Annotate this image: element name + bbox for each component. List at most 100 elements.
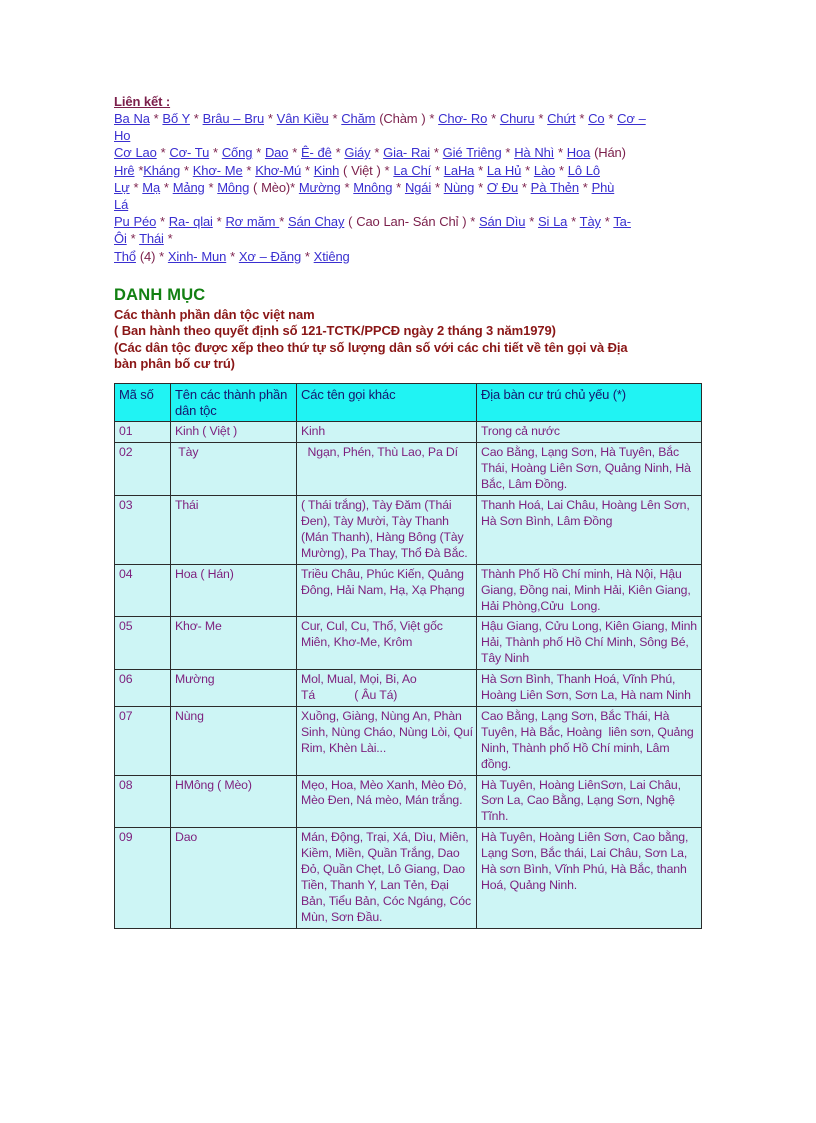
links-separator-text: ( Việt ) *	[339, 162, 394, 178]
ethnic-group-link[interactable]: Phù	[592, 180, 615, 195]
ethnic-group-link[interactable]: Gia- Rai	[383, 145, 430, 160]
table-row: 01 Kinh ( Việt ) Kinh Trong cả nước	[114, 421, 702, 444]
cell-region: Cao Bằng, Lạng Sơn, Hà Tuyên, Bắc Thái, …	[476, 442, 702, 497]
links-line: Ôi * Thái *	[114, 230, 704, 247]
cell-code: 03	[114, 495, 171, 565]
ethnic-group-link[interactable]: Mảng	[173, 180, 205, 195]
links-separator-text: *	[134, 162, 144, 178]
cell-other-names: ( Thái trắng), Tày Đăm (Thái Đen), Tày M…	[296, 495, 477, 565]
table-row: 06 Mường Mol, Mual, Mọi, Bi, Ao Tá ( Âu Tá…	[114, 669, 702, 707]
cell-region: Hà Tuyên, Hoàng LiênSơn, Lai Châu, Sơn L…	[476, 774, 702, 829]
ethnic-group-link[interactable]: La Hủ	[487, 163, 521, 178]
cell-name: Dao	[170, 827, 297, 929]
column-header-region: Địa bàn cư trú chủ yếu (*)	[476, 383, 702, 423]
ethnic-group-link[interactable]: Xinh- Mun	[168, 249, 226, 264]
ethnic-group-link[interactable]: Hrê	[114, 163, 135, 178]
links-separator-text: *	[331, 145, 345, 161]
ethnic-group-link[interactable]: Pà Thẻn	[531, 180, 579, 195]
ethnic-group-link[interactable]: Chơ- Ro	[438, 111, 487, 126]
table-row: 09 Dao Mán, Động, Trại, Xá, Dìu, Miên, Kiề…	[114, 827, 702, 929]
subtitle-line-4: bàn phân bố cư trú)	[114, 356, 235, 372]
ethnic-group-link[interactable]: Ta-	[613, 214, 631, 229]
ethnic-group-link[interactable]: Sán Chay	[288, 214, 344, 229]
cell-name: Nùng	[170, 705, 297, 776]
ethnic-group-link[interactable]: Xơ – Đăng	[239, 249, 301, 264]
ethnic-group-link[interactable]: Lô Lô	[568, 163, 600, 178]
ethnic-group-link[interactable]: Ba Na	[114, 111, 150, 126]
ethnic-group-link[interactable]: Co	[588, 111, 604, 126]
ethnic-group-link[interactable]: Lự	[114, 180, 130, 195]
cell-code: 05	[114, 616, 171, 671]
ethnic-groups-table: Mã số Tên các thành phần dân tộc Các tên…	[114, 383, 702, 929]
ethnic-group-link[interactable]: Brâu – Bru	[203, 111, 265, 126]
ethnic-group-link[interactable]: Ơ Đu	[487, 180, 518, 195]
ethnic-group-link[interactable]: Lá	[114, 197, 128, 212]
cell-other-names: Mán, Động, Trại, Xá, Dìu, Miên, Kiềm, Mi…	[296, 827, 477, 929]
ethnic-group-link[interactable]: Mông	[217, 180, 249, 195]
ethnic-group-link[interactable]: Nùng	[444, 180, 475, 195]
ethnic-group-link[interactable]: Ê- đê	[301, 145, 332, 160]
links-separator-text: ( Cao Lan- Sán Chỉ ) *	[344, 214, 480, 230]
links-separator-text: *	[180, 162, 193, 178]
links-separator-text: *	[340, 179, 354, 195]
links-line: Cơ Lao * Cơ- Tu * Cống * Dao * Ê- đê * G…	[114, 144, 704, 161]
ethnic-group-link[interactable]: Giáy	[344, 145, 370, 160]
ethnic-group-link[interactable]: Cống	[222, 145, 253, 160]
ethnic-group-link[interactable]: Khơ-Mú	[255, 163, 301, 178]
ethnic-group-link[interactable]: Gié Triêng	[443, 145, 502, 160]
cell-code: 07	[114, 705, 171, 776]
ethnic-group-link[interactable]: Ôi	[114, 231, 127, 246]
links-separator-text: *	[521, 162, 534, 178]
ethnic-group-link[interactable]: Ho	[114, 128, 130, 143]
ethnic-group-link[interactable]: Hoa	[567, 145, 591, 160]
ethnic-group-link[interactable]: Cơ Lao	[114, 145, 157, 160]
links-separator-text: *	[600, 214, 614, 230]
ethnic-group-link[interactable]: Vân Kiều	[277, 111, 329, 126]
links-separator-text: *	[160, 179, 173, 195]
ethnic-group-link[interactable]: Dao	[265, 145, 289, 160]
cell-code: 08	[114, 774, 171, 829]
ethnic-group-link[interactable]: Xtiêng	[314, 249, 350, 264]
ethnic-group-link[interactable]: Chứt	[547, 111, 575, 126]
ethnic-group-link[interactable]: Ngái	[405, 180, 431, 195]
ethnic-group-link[interactable]: Kinh	[314, 163, 340, 178]
links-separator-text: *	[431, 179, 444, 195]
cell-name: Tày	[170, 442, 297, 497]
links-separator-text: ( Mèo)*	[249, 179, 299, 195]
ethnic-group-link[interactable]: Cơ –	[617, 111, 646, 126]
ethnic-group-link[interactable]: Ra- qlai	[169, 214, 213, 229]
ethnic-group-link[interactable]: Cơ- Tu	[169, 145, 209, 160]
links-separator-text: *	[156, 145, 170, 161]
ethnic-group-link[interactable]: Kháng	[143, 163, 180, 178]
ethnic-group-link[interactable]: Mạ	[142, 180, 160, 195]
cell-other-names: Cur, Cul, Cu, Thổ, Việt gốc Miên, Khơ-Me…	[296, 616, 477, 671]
ethnic-group-link[interactable]: Bố Y	[162, 111, 190, 126]
ethnic-group-link[interactable]: Tày	[580, 214, 601, 229]
ethnic-group-link[interactable]: Rơ măm	[225, 214, 279, 229]
ethnic-group-link[interactable]: Hà Nhì	[514, 145, 554, 160]
ethnic-group-link[interactable]: Chăm	[341, 111, 375, 126]
ethnic-group-link[interactable]: Thổ	[114, 249, 136, 264]
ethnic-group-link[interactable]: Sán Dìu	[479, 214, 525, 229]
ethnic-group-link[interactable]: La Chí	[393, 163, 431, 178]
subtitle-line-2: ( Ban hành theo quyết định số 121-TCTK/P…	[114, 323, 556, 339]
table-header-row: Mã số Tên các thành phần dân tộc Các tên…	[114, 383, 702, 423]
subtitle-line-1: Các thành phần dân tộc việt nam	[114, 306, 315, 322]
links-separator-text: *	[209, 145, 222, 161]
links-separator-text: *	[129, 179, 143, 195]
ethnic-group-link[interactable]: Thái	[139, 231, 164, 246]
links-separator-text: *	[555, 162, 568, 178]
links-separator-text: *	[487, 111, 500, 126]
ethnic-group-link[interactable]: Pu Péo	[114, 214, 156, 229]
cell-region: Hà Sơn Bình, Thanh Hoá, Vĩnh Phú, Hoàng …	[476, 669, 702, 707]
links-separator-text: *	[525, 214, 538, 230]
links-separator-text: *	[226, 248, 239, 264]
cell-name: Thái	[170, 495, 297, 565]
ethnic-group-link[interactable]: LaHa	[444, 163, 475, 178]
ethnic-group-link[interactable]: Mnông	[353, 180, 392, 195]
ethnic-group-link[interactable]: Si La	[538, 214, 567, 229]
ethnic-group-link[interactable]: Lào	[534, 163, 555, 178]
ethnic-group-link[interactable]: Khơ- Me	[193, 163, 243, 178]
ethnic-group-link[interactable]: Churu	[500, 111, 535, 126]
ethnic-group-link[interactable]: Mường	[299, 180, 341, 195]
